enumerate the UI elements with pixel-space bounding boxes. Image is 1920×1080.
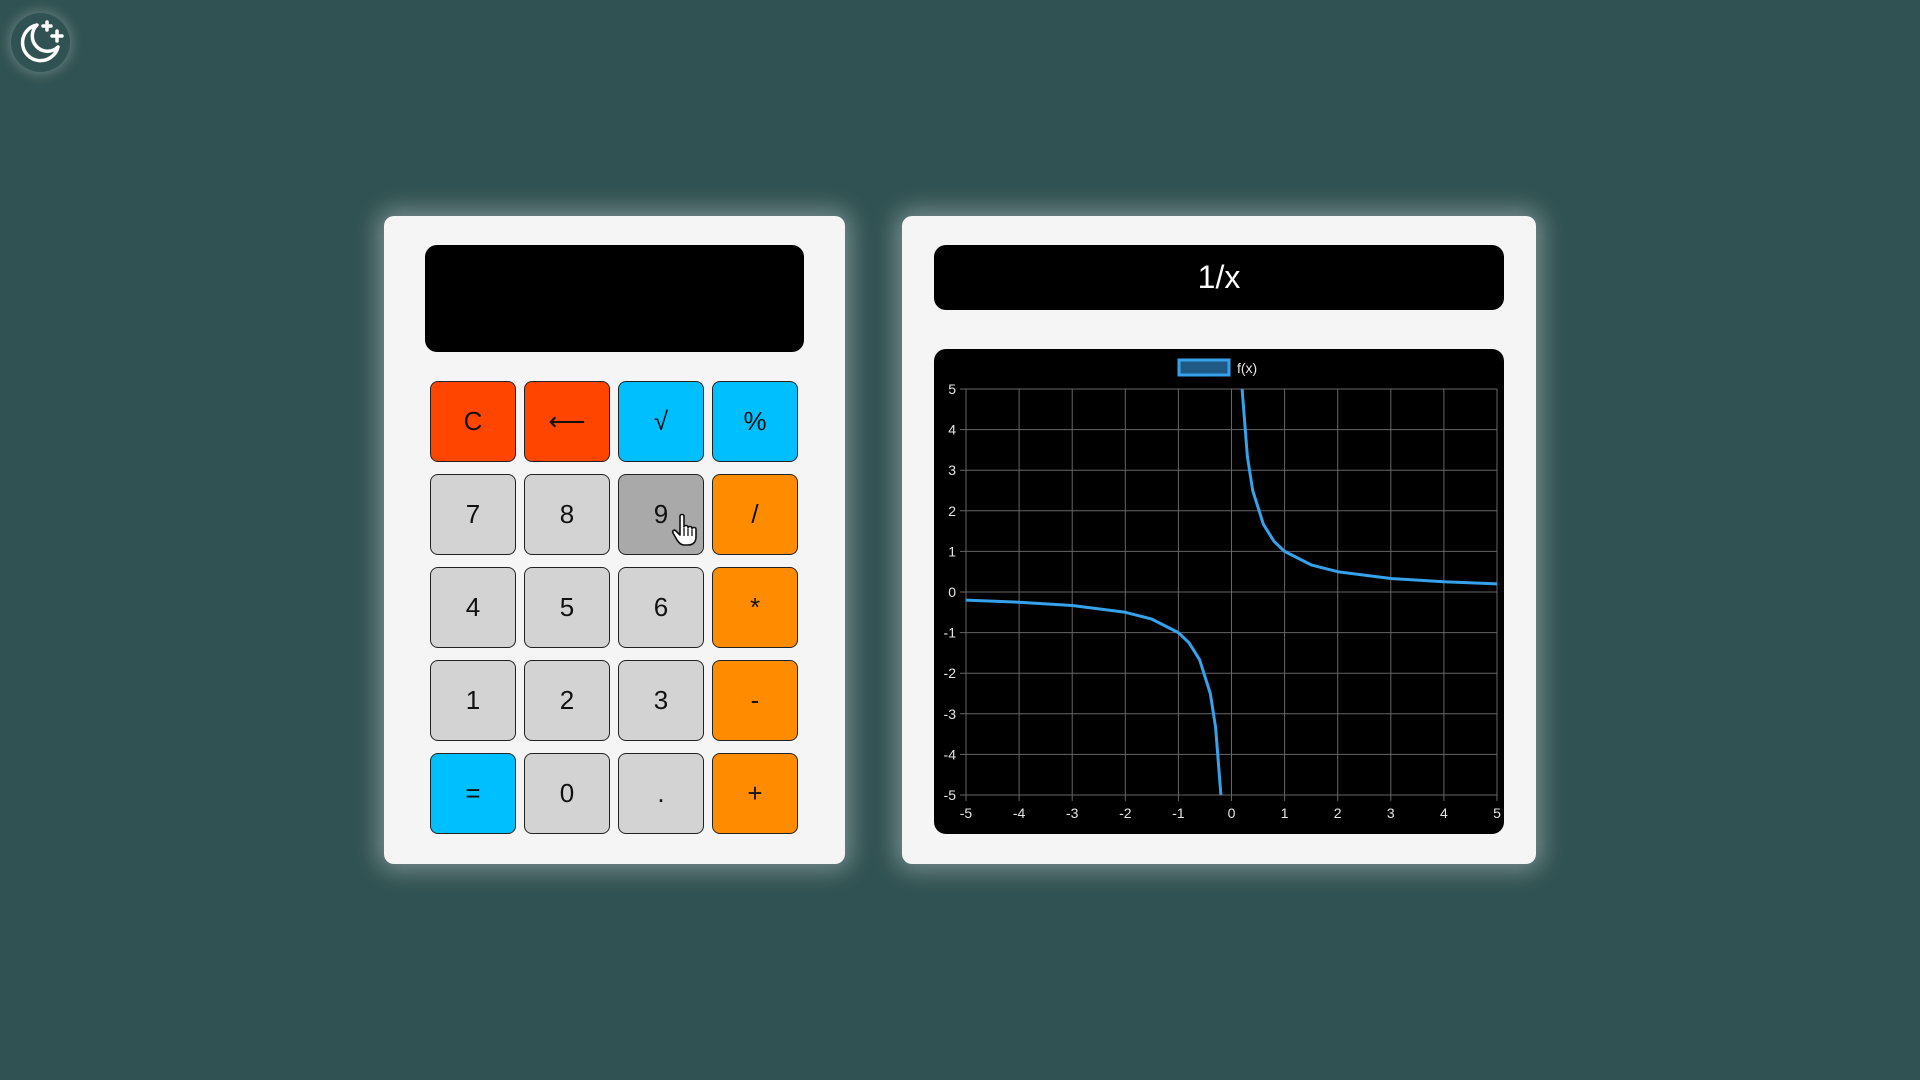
add-button[interactable]: +	[712, 753, 798, 834]
calculator-panel: C ⟵ √% 7 8 9 / 4 5 6 * 1 2 3 - = 0. +	[384, 216, 845, 864]
y-tick-label: -5	[944, 787, 957, 803]
key-2-button[interactable]: 2	[524, 660, 610, 741]
x-tick-label: 3	[1387, 805, 1395, 821]
y-tick-label: 4	[948, 422, 956, 438]
key-label: 0	[559, 778, 575, 808]
key-6-button[interactable]: 6	[618, 567, 704, 648]
y-tick-label: -3	[944, 706, 957, 722]
divide-button[interactable]: /	[712, 474, 798, 555]
calculator-display	[425, 245, 804, 352]
legend-label: f(x)	[1237, 360, 1257, 376]
sqrt-button[interactable]: √	[618, 381, 704, 462]
x-tick-label: 5	[1493, 805, 1501, 821]
key-0-button[interactable]: 0	[524, 753, 610, 834]
x-tick-label: -4	[1013, 805, 1026, 821]
x-tick-label: -5	[960, 805, 973, 821]
equals-button[interactable]: =	[430, 753, 516, 834]
key-label: 8	[559, 499, 575, 529]
key-3-button[interactable]: 3	[618, 660, 704, 741]
keypad: C ⟵ √% 7 8 9 / 4 5 6 * 1 2 3 - = 0. +	[430, 381, 798, 834]
key-label: 3	[653, 685, 669, 715]
clear-button[interactable]: C	[430, 381, 516, 462]
y-tick-label: 2	[948, 503, 956, 519]
x-tick-label: -3	[1066, 805, 1079, 821]
key-label: .	[657, 778, 665, 808]
y-tick-label: 1	[948, 543, 956, 559]
x-tick-label: 0	[1228, 805, 1236, 821]
key-label: /	[751, 499, 759, 529]
key-4-button[interactable]: 4	[430, 567, 516, 648]
theme-toggle-button[interactable]	[11, 13, 70, 72]
key-label: 6	[653, 592, 669, 622]
key-label: 4	[465, 592, 481, 622]
key-label: 2	[559, 685, 575, 715]
x-tick-label: 2	[1334, 805, 1342, 821]
key-label: 9	[653, 499, 669, 529]
key-label: +	[747, 778, 763, 808]
percent-button[interactable]: %	[712, 381, 798, 462]
y-tick-label: 0	[948, 584, 956, 600]
key-label: 5	[559, 592, 575, 622]
x-tick-label: -2	[1119, 805, 1132, 821]
series-line-fx	[1240, 388, 1498, 586]
decimal-button[interactable]: .	[618, 753, 704, 834]
key-label: C	[463, 406, 483, 436]
chart-svg: -5 -4 -3 -2 -1 0 1 2 3 4 5 5 4 3 2 1 0 -1 -2 -3 -4 -5 f(x)	[944, 358, 1501, 821]
subtract-button[interactable]: -	[712, 660, 798, 741]
x-tick-label: 1	[1281, 805, 1289, 821]
key-label: =	[465, 778, 481, 808]
key-label: %	[743, 406, 767, 436]
backspace-button[interactable]: ⟵	[524, 381, 610, 462]
y-tick-label: 5	[948, 381, 956, 397]
multiply-button[interactable]: *	[712, 567, 798, 648]
key-5-button[interactable]: 5	[524, 567, 610, 648]
series-line-fx	[965, 598, 1223, 796]
key-label: -	[750, 685, 760, 715]
key-label: 7	[465, 499, 481, 529]
graph-panel: 1/x -5 -4 -3 -2 -1 0 1 2 3 4 5 5 4 3 2 1 0 -1 -2 -3 -4 -5 f(x)	[902, 216, 1536, 864]
key-1-button[interactable]: 1	[430, 660, 516, 741]
key-7-button[interactable]: 7	[430, 474, 516, 555]
y-tick-label: 3	[948, 462, 956, 478]
chart-area: -5 -4 -3 -2 -1 0 1 2 3 4 5 5 4 3 2 1 0 -1 -2 -3 -4 -5 f(x)	[934, 349, 1504, 834]
key-label: 1	[465, 685, 481, 715]
y-tick-label: -2	[944, 665, 957, 681]
key-9-button[interactable]: 9	[618, 474, 704, 555]
key-label: √	[653, 406, 669, 436]
key-label: *	[749, 592, 761, 622]
function-display: 1/x	[934, 245, 1504, 310]
legend-swatch	[1177, 358, 1231, 377]
key-label: ⟵	[548, 406, 586, 436]
y-tick-label: -4	[944, 746, 957, 762]
y-tick-label: -1	[944, 625, 957, 641]
moon-plus-icon	[11, 13, 70, 72]
x-tick-label: 4	[1440, 805, 1448, 821]
key-8-button[interactable]: 8	[524, 474, 610, 555]
x-tick-label: -1	[1172, 805, 1185, 821]
hand-cursor-icon	[671, 513, 697, 546]
